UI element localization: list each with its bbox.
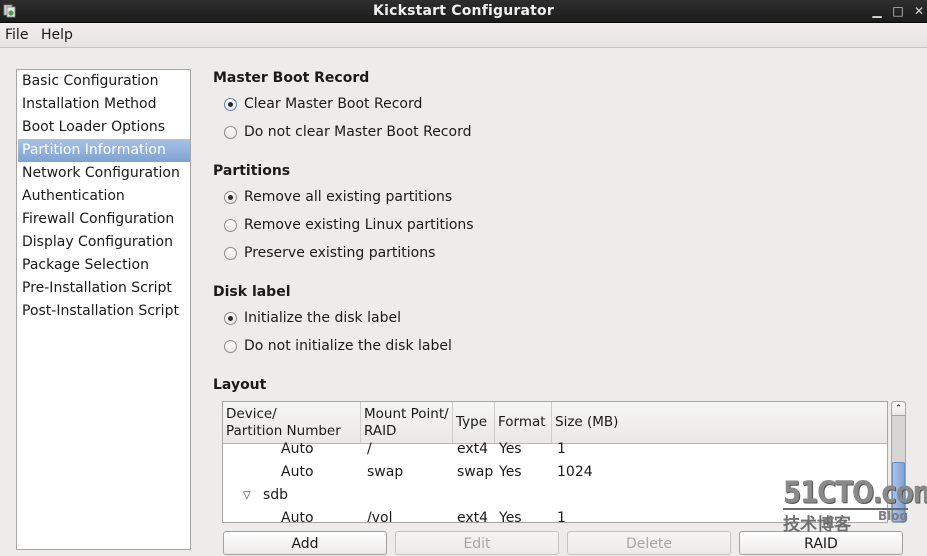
window-title: Kickstart Configurator <box>373 3 554 19</box>
sidebar-item-pre-installation-script[interactable]: Pre-Installation Script <box>18 277 190 300</box>
radio-preserve-partitions[interactable]: Preserve existing partitions <box>224 243 435 263</box>
cell-mount: / <box>367 441 372 457</box>
cell-device: Auto <box>281 510 314 523</box>
sidebar-item-installation-method[interactable]: Installation Method <box>18 93 190 116</box>
sidebar-item-package-selection[interactable]: Package Selection <box>18 254 190 277</box>
radio-label: Preserve existing partitions <box>244 245 436 261</box>
sidebar-item-post-installation-script[interactable]: Post-Installation Script <box>18 300 190 323</box>
cell-type: swap <box>457 464 494 480</box>
cell-format: Yes <box>499 510 522 523</box>
cell-type: ext4 <box>457 441 489 457</box>
column-header-type[interactable]: Type <box>453 402 495 443</box>
header-text: Device/ <box>226 405 277 422</box>
cell-device: sdb <box>263 487 289 503</box>
radio-button[interactable] <box>224 125 237 139</box>
partitions-section-title: Partitions <box>213 163 291 179</box>
maximize-icon: □ <box>892 4 904 18</box>
sidebar-item-boot-loader-options[interactable]: Boot Loader Options <box>18 116 190 139</box>
add-partition-button[interactable]: Add <box>223 531 387 555</box>
column-header-format[interactable]: Format <box>495 402 552 443</box>
cell-type: ext4 <box>457 510 489 523</box>
sidebar-item-network-configuration[interactable]: Network Configuration <box>18 162 190 185</box>
column-header-device[interactable]: Device/Partition Number <box>223 402 361 443</box>
cell-size: 1024 <box>557 464 593 480</box>
table-row-disk[interactable]: ▽ sdb <box>223 484 887 507</box>
radio-button[interactable] <box>224 218 237 232</box>
expander-icon[interactable]: ▽ <box>243 484 251 507</box>
radio-button[interactable] <box>224 97 237 111</box>
table-row[interactable]: Auto swap swap Yes 1024 <box>223 461 887 484</box>
cell-device: Auto <box>281 464 314 480</box>
raid-button[interactable]: RAID <box>739 531 903 555</box>
close-button[interactable]: ✕ <box>911 3 927 19</box>
radio-do-not-clear-mbr[interactable]: Do not clear Master Boot Record <box>224 122 471 142</box>
menu-file[interactable]: File <box>3 27 30 43</box>
radio-remove-all-partitions[interactable]: Remove all existing partitions <box>224 187 452 207</box>
header-text: Format <box>498 414 546 430</box>
cell-size: 1 <box>557 441 566 457</box>
radio-do-not-initialize-disk-label[interactable]: Do not initialize the disk label <box>224 336 452 356</box>
maximize-button[interactable]: □ <box>890 3 906 19</box>
sidebar-nav: Basic Configuration Installation Method … <box>16 69 191 550</box>
sidebar-item-authentication[interactable]: Authentication <box>18 185 190 208</box>
title-bar: Kickstart Configurator ▁ □ ✕ <box>0 0 927 23</box>
cell-size: 1 <box>557 510 566 523</box>
radio-button[interactable] <box>224 190 237 204</box>
header-text: RAID <box>364 422 397 439</box>
radio-label: Clear Master Boot Record <box>244 96 423 112</box>
scroll-up-arrow-icon[interactable]: ⌃ <box>892 402 905 416</box>
table-row[interactable]: Auto /vol ext4 Yes 1 <box>223 507 887 523</box>
radio-button[interactable] <box>224 246 237 260</box>
table-vertical-scrollbar[interactable]: ⌃ <box>891 401 906 523</box>
sidebar-item-display-configuration[interactable]: Display Configuration <box>18 231 190 254</box>
cell-mount: /vol <box>367 510 393 523</box>
header-text: Mount Point/ <box>364 405 449 422</box>
radio-button[interactable] <box>224 311 237 325</box>
radio-label: Remove all existing partitions <box>244 189 453 205</box>
mbr-section-title: Master Boot Record <box>213 70 370 86</box>
edit-partition-button[interactable]: Edit <box>395 531 559 555</box>
radio-button[interactable] <box>224 339 237 353</box>
close-icon: ✕ <box>913 4 925 18</box>
column-header-size[interactable]: Size (MB) <box>552 402 887 443</box>
minimize-icon: ▁ <box>872 4 882 18</box>
header-text: Size (MB) <box>555 414 619 430</box>
sidebar-item-firewall-configuration[interactable]: Firewall Configuration <box>18 208 190 231</box>
radio-remove-linux-partitions[interactable]: Remove existing Linux partitions <box>224 215 474 235</box>
radio-label: Do not clear Master Boot Record <box>244 124 472 140</box>
header-text: Type <box>456 414 488 430</box>
table-row[interactable]: Auto / ext4 Yes 1 <box>223 438 887 461</box>
delete-partition-button[interactable]: Delete <box>567 531 731 555</box>
column-header-mount-point[interactable]: Mount Point/RAID <box>361 402 453 443</box>
sidebar-item-partition-information[interactable]: Partition Information <box>18 139 190 162</box>
layout-section-title: Layout <box>213 377 267 393</box>
disk-label-section-title: Disk label <box>213 284 291 300</box>
header-text: Partition Number <box>226 422 341 439</box>
menu-bar: File Help <box>0 23 927 48</box>
radio-label: Remove existing Linux partitions <box>244 217 474 233</box>
sidebar-item-basic-configuration[interactable]: Basic Configuration <box>18 70 190 93</box>
cell-device: Auto <box>281 441 314 457</box>
cell-format: Yes <box>499 441 522 457</box>
minimize-button[interactable]: ▁ <box>869 3 885 19</box>
radio-clear-mbr[interactable]: Clear Master Boot Record <box>224 94 422 114</box>
menu-help[interactable]: Help <box>39 27 75 43</box>
cell-mount: swap <box>367 464 404 480</box>
radio-initialize-disk-label[interactable]: Initialize the disk label <box>224 308 401 328</box>
cell-format: Yes <box>499 464 522 480</box>
radio-label: Do not initialize the disk label <box>244 338 452 354</box>
partition-layout-table: Device/Partition Number Mount Point/RAID… <box>222 401 888 523</box>
radio-label: Initialize the disk label <box>244 310 401 326</box>
scroll-thumb[interactable] <box>892 462 905 522</box>
